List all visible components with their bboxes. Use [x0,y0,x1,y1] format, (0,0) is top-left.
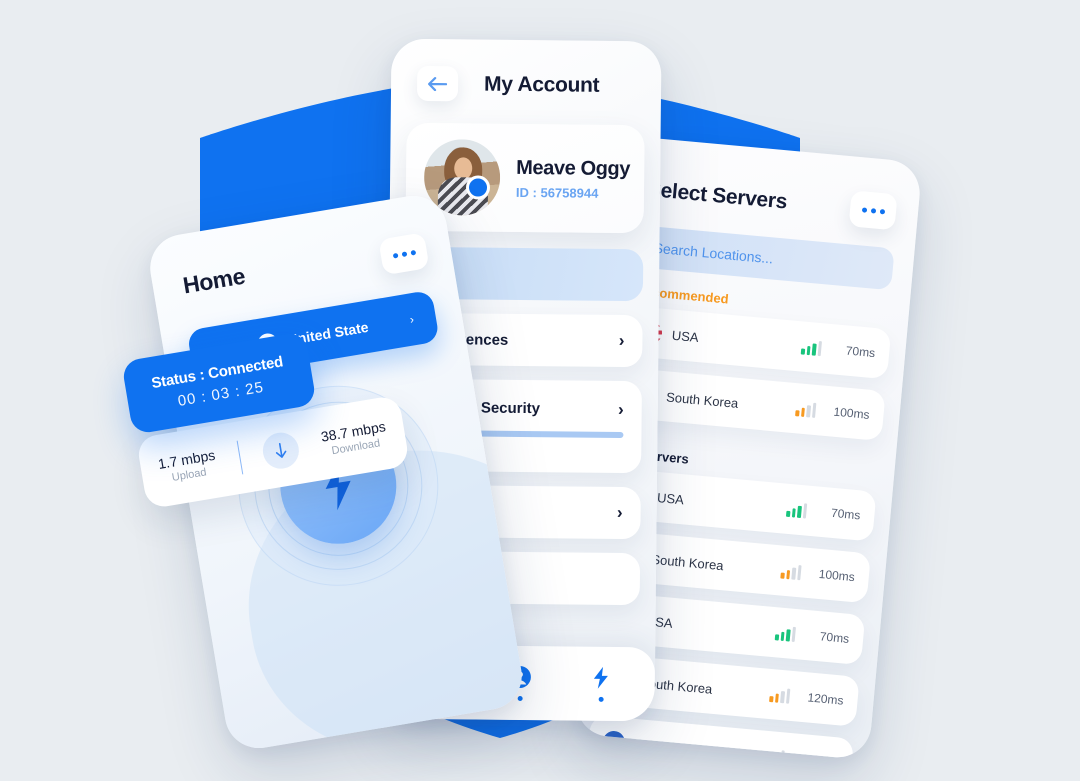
signal-strength-icon [774,625,797,642]
page-title: Home [181,262,247,299]
signal-strength-icon [785,501,808,519]
ellipsis-icon [392,252,398,259]
server-name: South Korea [650,551,725,573]
ellipsis-icon [409,249,416,256]
back-button[interactable] [416,65,459,102]
download-arrow-button [260,429,302,472]
online-dot-icon [465,175,491,200]
chevron-right-icon: › [618,331,625,351]
server-ping: 120ms [806,690,845,708]
more-options-button[interactable] [848,190,898,231]
profile-meta: Meave Oggy ID : 56758944 [516,156,630,200]
nav-active-dot [598,696,604,702]
account-header: My Account [391,39,662,104]
page-title: My Account [483,72,600,97]
ellipsis-icon [879,208,885,214]
page-title: Select Servers [645,177,789,214]
profile-id: ID : 56758944 [515,184,599,201]
search-placeholder: Search Locations... [653,239,774,267]
server-name: USA [645,612,674,631]
chevron-right-icon: › [617,399,624,419]
philippines-flag-icon [601,730,626,754]
signal-strength-icon [780,563,802,580]
chevron-right-icon: › [616,502,623,523]
divider [236,440,244,475]
download-speed: 38.7 mbps Download [320,418,389,458]
server-ping [794,758,838,760]
upload-value: 1.7 mbps [156,446,217,473]
server-ping: 70ms [830,505,861,523]
server-name: USA [656,489,685,507]
signal-strength-icon [800,339,823,356]
more-options-button[interactable] [378,232,430,276]
server-ping: 70ms [819,629,850,646]
arrow-left-icon [428,76,448,91]
bolt-icon [593,666,608,689]
server-name: USA [671,327,700,345]
ellipsis-icon [870,207,876,214]
profile-name: Meave Oggy [516,156,631,180]
ellipsis-icon [861,206,867,213]
server-row[interactable]: South Korea 100ms [618,367,886,442]
signal-strength-icon [763,748,785,761]
server-ping: 100ms [832,404,871,422]
chevron-right-icon: › [408,312,415,327]
signal-strength-icon [795,401,817,418]
server-name: Philiphines [634,736,699,758]
signal-strength-icon [769,687,791,704]
nav-item-bolt[interactable] [590,666,612,702]
server-name: South Korea [639,674,713,697]
servers-header: Select Servers [621,136,922,233]
server-ping: 100ms [818,566,856,585]
upload-speed: 1.7 mbps Upload [157,447,219,486]
avatar-face [454,157,473,180]
server-name: South Korea [665,388,740,411]
ellipsis-icon [401,250,407,257]
arrow-down-icon [276,442,287,458]
mockup-stage: My Account Meave Oggy ID : 56758944 › In… [0,0,1080,781]
server-ping: 70ms [845,343,876,361]
